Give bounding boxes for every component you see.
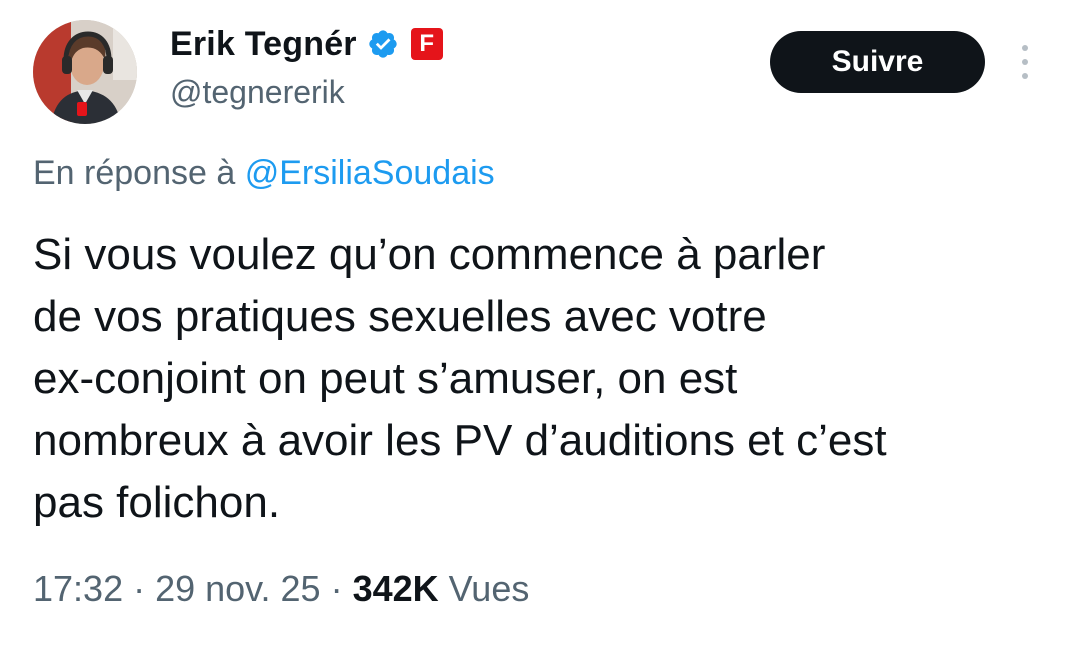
tweet-date[interactable]: 29 nov. 25 bbox=[155, 568, 320, 610]
tweet-time[interactable]: 17:32 bbox=[33, 568, 123, 610]
tweet-text-line: pas folichon. bbox=[33, 478, 281, 527]
affiliate-badge-text: F bbox=[419, 30, 435, 57]
reply-prefix: En réponse à bbox=[33, 154, 236, 192]
more-dot bbox=[1022, 45, 1028, 51]
more-dot bbox=[1022, 73, 1028, 79]
author-name-row: Erik Tegnér F bbox=[170, 22, 443, 66]
tweet-text-line: Si vous voulez qu’on commence à parler bbox=[33, 230, 826, 279]
reply-mention-link[interactable]: @ErsiliaSoudais bbox=[245, 154, 495, 192]
more-vertical-icon[interactable] bbox=[1014, 42, 1036, 82]
tweet-text-line: nombreux à avoir les PV d’auditions et c… bbox=[33, 416, 887, 465]
affiliate-badge-icon[interactable]: F bbox=[410, 28, 443, 60]
author-handle[interactable]: @tegnererik bbox=[170, 74, 345, 111]
tweet-text: Si vous voulez qu’on commence à parler d… bbox=[33, 224, 1043, 534]
avatar[interactable] bbox=[33, 20, 137, 124]
tweet-text-line: de vos pratiques sexuelles avec votre bbox=[33, 292, 767, 341]
tweet-meta: 17:32 · 29 nov. 25 · 342K Vues bbox=[33, 568, 529, 610]
author-display-name[interactable]: Erik Tegnér bbox=[170, 25, 357, 64]
tweet-text-line: ex-conjoint on peut s’amuser, on est bbox=[33, 354, 738, 403]
verified-badge-icon[interactable] bbox=[367, 28, 399, 60]
views-label: Vues bbox=[448, 568, 530, 609]
more-dot bbox=[1022, 59, 1028, 65]
meta-separator: · bbox=[133, 568, 146, 609]
tweet-card: Erik Tegnér F @tegnererik Suivre En répo… bbox=[0, 0, 1080, 648]
follow-button[interactable]: Suivre bbox=[770, 31, 985, 93]
reply-context: En réponse à @ErsiliaSoudais bbox=[33, 154, 495, 193]
meta-separator: · bbox=[330, 568, 343, 609]
views-count[interactable]: 342K bbox=[353, 568, 439, 610]
avatar-image bbox=[33, 20, 137, 124]
